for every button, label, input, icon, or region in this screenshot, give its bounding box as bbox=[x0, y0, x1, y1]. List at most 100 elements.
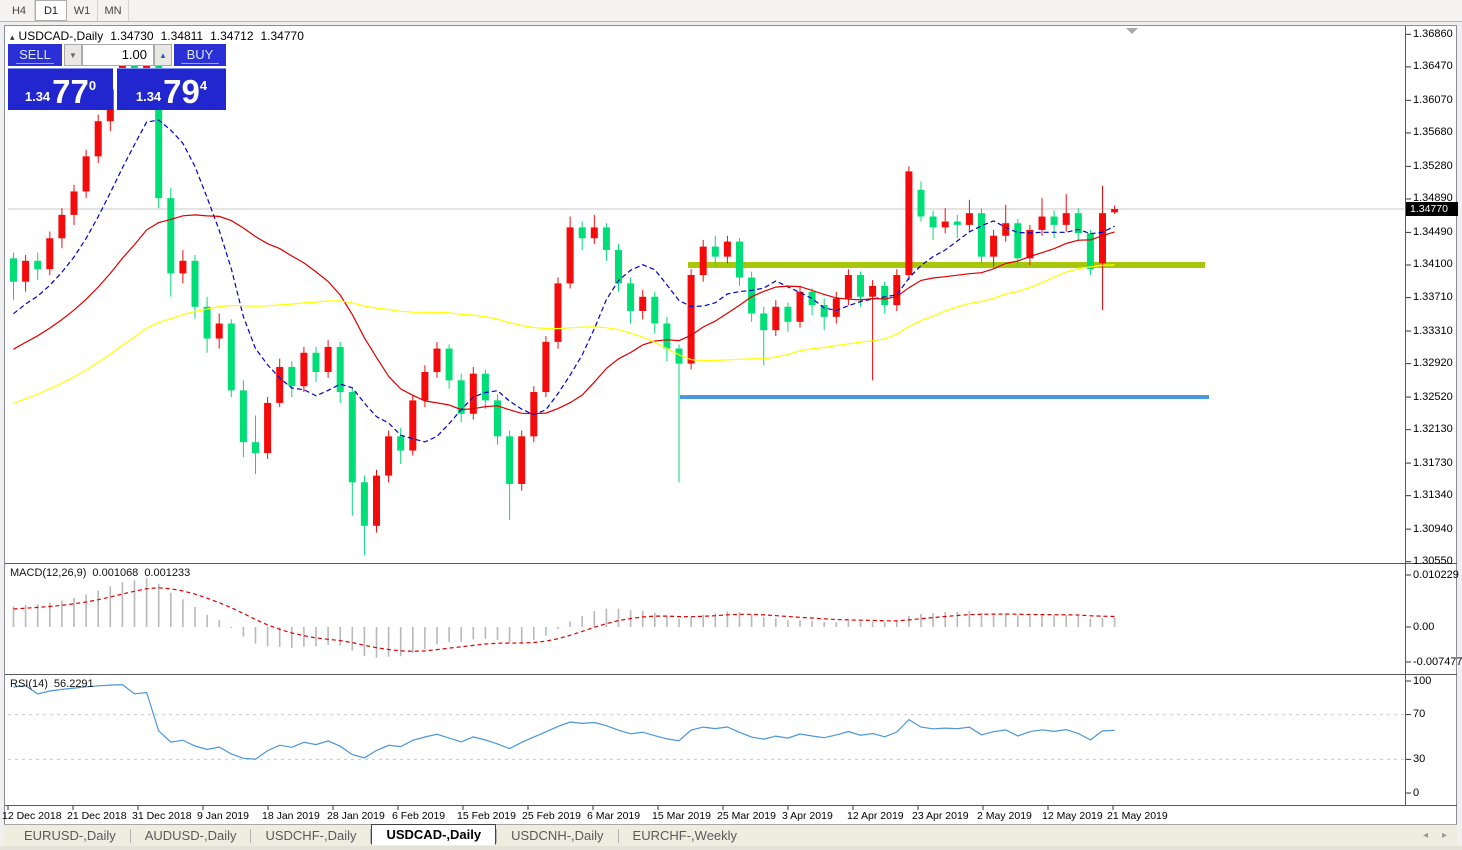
candle-up bbox=[300, 353, 307, 386]
tab-scroll-right-icon[interactable]: ▸ bbox=[1442, 830, 1447, 841]
spinner-up-icon: ▲ bbox=[159, 51, 167, 60]
tab-audusd-daily[interactable]: AUDUSD-,Daily bbox=[131, 826, 251, 845]
sell-price-display[interactable]: 1.34 77 0 bbox=[8, 68, 113, 110]
candles-group bbox=[10, 52, 1118, 555]
ohlc-close: 1.34770 bbox=[261, 29, 304, 43]
candle-down bbox=[349, 392, 356, 482]
rsi-line bbox=[14, 685, 1115, 760]
scroll-to-end-icon[interactable] bbox=[1126, 28, 1138, 34]
ohlc-open: 1.34730 bbox=[110, 29, 153, 43]
candle-up bbox=[893, 275, 900, 305]
rsi-scale-label: 0 bbox=[1413, 787, 1419, 799]
price-scale-label: 1.31730 bbox=[1413, 457, 1453, 469]
date-axis-label: 18 Jan 2019 bbox=[262, 810, 320, 822]
price-scale-label: 1.30940 bbox=[1413, 523, 1453, 535]
candle-down bbox=[252, 442, 259, 453]
date-axis-label: 6 Mar 2019 bbox=[587, 810, 640, 822]
buy-button[interactable]: BUY bbox=[174, 44, 226, 66]
chart-title: ▴USDCAD-,Daily1.347301.348111.347121.347… bbox=[10, 29, 304, 43]
tab-scroll-left-icon[interactable]: ◂ bbox=[1423, 830, 1428, 841]
buy-underline bbox=[181, 63, 218, 64]
candle-down bbox=[663, 324, 670, 349]
candle-down bbox=[736, 242, 743, 278]
candle-up bbox=[942, 222, 949, 228]
candle-up bbox=[409, 400, 416, 450]
ohlc-high: 1.34811 bbox=[161, 29, 204, 43]
price-scale-label: 1.32920 bbox=[1413, 357, 1453, 369]
sell-price-prefix: 1.34 bbox=[25, 89, 50, 104]
buy-price-big-digits: 79 bbox=[163, 77, 200, 107]
tab-usdcad-daily[interactable]: USDCAD-,Daily bbox=[371, 824, 496, 845]
candle-up bbox=[518, 436, 525, 484]
candle-down bbox=[313, 353, 320, 372]
tab-usdchf-daily[interactable]: USDCHF-,Daily bbox=[251, 826, 370, 845]
ohlc-low: 1.34712 bbox=[210, 29, 253, 43]
price-scale-label: 1.36070 bbox=[1413, 94, 1453, 106]
tab-usdcnh-daily[interactable]: USDCNH-,Daily bbox=[497, 826, 617, 845]
candle-up bbox=[58, 215, 65, 238]
sell-underline bbox=[16, 63, 55, 64]
macd-signal-value: 0.001233 bbox=[144, 567, 190, 579]
chart-canvas[interactable] bbox=[0, 0, 1462, 850]
candle-up bbox=[71, 191, 78, 214]
price-scale-label: 1.33310 bbox=[1413, 325, 1453, 337]
candle-down bbox=[228, 324, 235, 391]
candle-down bbox=[10, 258, 17, 281]
candle-up bbox=[833, 298, 840, 316]
volume-decrease-button[interactable]: ▼ bbox=[64, 44, 82, 66]
candle-down bbox=[240, 390, 247, 442]
rsi-value: 56.2291 bbox=[54, 678, 94, 690]
candle-down bbox=[615, 250, 622, 283]
date-axis-label: 23 Apr 2019 bbox=[912, 810, 969, 822]
candle-up bbox=[95, 121, 102, 156]
candle-up bbox=[276, 367, 283, 403]
price-scale-label: 1.35680 bbox=[1413, 126, 1453, 138]
candle-down bbox=[627, 283, 634, 311]
candle-down bbox=[603, 227, 610, 250]
candle-up bbox=[434, 349, 441, 372]
date-axis-label: 12 May 2019 bbox=[1042, 810, 1103, 822]
candle-down bbox=[918, 190, 925, 217]
sell-price-pipette: 0 bbox=[89, 78, 96, 93]
rsi-scale-label: 30 bbox=[1413, 753, 1425, 765]
candle-down bbox=[482, 374, 489, 401]
candle-up bbox=[700, 247, 707, 275]
buy-price-pipette: 4 bbox=[200, 78, 207, 93]
symbol-tab-bar: EURUSD-,DailyAUDUSD-,DailyUSDCHF-,DailyU… bbox=[4, 824, 1457, 846]
date-axis-label: 21 May 2019 bbox=[1107, 810, 1168, 822]
window-border bbox=[5, 26, 1457, 846]
buy-button-label: BUY bbox=[187, 47, 214, 62]
sell-button[interactable]: SELL bbox=[8, 44, 62, 66]
moving-average-20 bbox=[14, 215, 1115, 414]
tab-eurusd-daily[interactable]: EURUSD-,Daily bbox=[10, 826, 130, 845]
candle-down bbox=[167, 198, 174, 273]
collapse-panel-icon[interactable]: ▴ bbox=[10, 32, 15, 42]
candle-down bbox=[579, 227, 586, 238]
buy-price-display[interactable]: 1.34 79 4 bbox=[117, 68, 226, 110]
candle-down bbox=[288, 367, 295, 386]
candle-down bbox=[204, 307, 211, 339]
macd-scale-label: 0.010229 bbox=[1413, 569, 1459, 581]
candle-down bbox=[361, 482, 368, 525]
tab-eurchf-weekly[interactable]: EURCHF-,Weekly bbox=[619, 826, 752, 845]
date-axis-label: 15 Feb 2019 bbox=[457, 810, 516, 822]
candle-up bbox=[1026, 230, 1033, 258]
date-axis-label: 21 Dec 2018 bbox=[67, 810, 127, 822]
price-scale-label: 1.34890 bbox=[1413, 192, 1453, 204]
candle-up bbox=[555, 283, 562, 342]
support-level-line[interactable] bbox=[680, 395, 1209, 399]
candle-down bbox=[192, 261, 199, 307]
candle-up bbox=[46, 238, 53, 269]
candle-down bbox=[930, 217, 937, 228]
buy-price-prefix: 1.34 bbox=[136, 89, 161, 104]
candle-up bbox=[421, 372, 428, 400]
candle-down bbox=[857, 275, 864, 297]
sell-button-label: SELL bbox=[19, 47, 51, 62]
candle-up bbox=[373, 476, 380, 526]
date-axis-label: 6 Feb 2019 bbox=[392, 810, 445, 822]
volume-input[interactable]: 1.00 bbox=[82, 44, 154, 66]
volume-increase-button[interactable]: ▲ bbox=[154, 44, 172, 66]
resistance-level-line[interactable] bbox=[688, 262, 1205, 268]
one-click-trade-panel: SELL ▼ 1.00 ▲ BUY 1.34 77 0 1.34 79 4 bbox=[8, 44, 226, 110]
date-axis-label: 25 Mar 2019 bbox=[717, 810, 776, 822]
